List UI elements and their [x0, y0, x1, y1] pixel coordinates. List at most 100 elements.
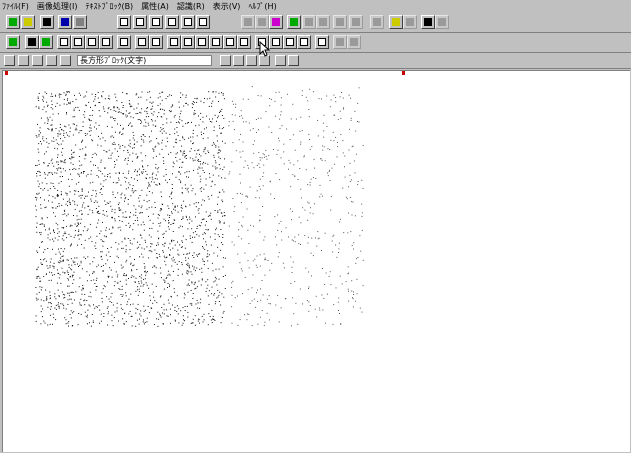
menu-bar: ﾌｧｲﾙ(F) 画像処理(I) ﾃｷｽﾄﾌﾞﾛｯｸ(B) 属性(A) 認識(R)… [0, 0, 631, 13]
disabled-button-3[interactable] [302, 15, 316, 29]
disabled-button-5[interactable] [333, 15, 347, 29]
split-icon [286, 38, 294, 46]
zoom-out-icon[interactable] [46, 55, 57, 66]
color-button[interactable] [269, 15, 283, 29]
palette-icon [272, 18, 280, 26]
disabled-icon [438, 18, 446, 26]
disabled-button-2[interactable] [255, 15, 269, 29]
table-text-button[interactable] [195, 35, 209, 49]
main-toolbar [0, 14, 631, 33]
vertical-text-icon [184, 38, 192, 46]
block-icon [60, 38, 68, 46]
page-ab-icon[interactable] [288, 55, 299, 66]
area-button[interactable] [6, 35, 20, 49]
horizontal-text-button[interactable] [167, 35, 181, 49]
disabled-icon [352, 18, 360, 26]
tool-button[interactable] [421, 15, 435, 29]
cut-button[interactable] [117, 15, 131, 29]
menu-help[interactable]: ﾍﾙﾌﾟ(H) [246, 0, 282, 13]
disabled-icon [373, 18, 381, 26]
disabled-button-9[interactable] [435, 15, 449, 29]
frame-button[interactable] [181, 15, 195, 29]
disabled-icon [319, 18, 327, 26]
menu-recognition[interactable]: 認識(R) [175, 0, 211, 13]
disabled-button-8[interactable] [403, 15, 417, 29]
page-next-icon[interactable] [246, 55, 257, 66]
disabled-button-7[interactable] [370, 15, 384, 29]
gray-button[interactable] [73, 15, 87, 29]
scan-button[interactable] [40, 15, 54, 29]
diamond-button[interactable] [85, 35, 99, 49]
disabled-button-4[interactable] [316, 15, 330, 29]
hammer-icon [424, 18, 432, 26]
zoom-fit-icon[interactable] [18, 55, 29, 66]
menu-text-block[interactable]: ﾃｷｽﾄﾌﾞﾛｯｸ(B) [83, 0, 139, 13]
rotate-right-icon [168, 18, 176, 26]
rotate-button[interactable] [149, 15, 163, 29]
mixed-icon [212, 38, 220, 46]
menu-view[interactable]: 表示(V) [211, 0, 247, 13]
recognize-button[interactable] [39, 35, 53, 49]
merge-icon [272, 38, 280, 46]
area-icon [9, 38, 17, 46]
disabled-icon [406, 18, 414, 26]
character-button[interactable] [315, 35, 329, 49]
undo-icon [336, 38, 344, 46]
image-button[interactable] [58, 15, 72, 29]
disabled-button-1[interactable] [241, 15, 255, 29]
open-file-button[interactable] [6, 15, 20, 29]
menu-attribute[interactable]: 属性(A) [139, 0, 175, 13]
mixed-button[interactable] [209, 35, 223, 49]
mouse-cursor-icon [259, 41, 271, 57]
menu-file[interactable]: ﾌｧｲﾙ(F) [0, 0, 35, 13]
zoom-actual-icon[interactable] [60, 55, 71, 66]
block-b-button[interactable] [71, 35, 85, 49]
split-button[interactable] [283, 35, 297, 49]
scanner-icon [43, 18, 51, 26]
chart-button[interactable] [389, 15, 403, 29]
fit-icon [199, 18, 207, 26]
table-text-icon [198, 38, 206, 46]
block-c-button[interactable] [99, 35, 113, 49]
rectangle-icon [120, 38, 128, 46]
rotate-icon [152, 18, 160, 26]
rotate-left-button[interactable] [133, 15, 147, 29]
line-button[interactable] [223, 35, 237, 49]
rotate-left-icon [136, 18, 144, 26]
disabled-icon [336, 18, 344, 26]
save-button[interactable] [21, 15, 35, 29]
block-icon [102, 38, 110, 46]
image-icon [61, 18, 69, 26]
table-button[interactable] [135, 35, 149, 49]
select-button[interactable] [25, 35, 39, 49]
block-mode-select[interactable]: 長方形ﾌﾞﾛｯｸ(文字) [77, 55, 212, 66]
vertical-text-button[interactable] [181, 35, 195, 49]
rectangle-button[interactable] [117, 35, 131, 49]
page-first-icon[interactable] [220, 55, 231, 66]
merge-button[interactable] [269, 35, 283, 49]
redo-icon [350, 38, 358, 46]
green-tool-button[interactable] [287, 15, 301, 29]
menu-image-processing[interactable]: 画像処理(I) [35, 0, 84, 13]
align-button[interactable] [297, 35, 311, 49]
image-canvas[interactable] [2, 70, 630, 452]
scanned-page-noise [35, 86, 364, 327]
page-prev-icon[interactable] [233, 55, 244, 66]
frame-icon [184, 18, 192, 26]
disabled-icon [244, 18, 252, 26]
zoom-in-icon[interactable] [32, 55, 43, 66]
fit-button[interactable] [196, 15, 210, 29]
disabled-button-6[interactable] [349, 15, 363, 29]
rotate-right-button[interactable] [165, 15, 179, 29]
zoom-icon[interactable] [4, 55, 15, 66]
tool-icon [290, 18, 298, 26]
gray-icon [76, 18, 84, 26]
redo-button[interactable] [347, 35, 361, 49]
picture-button[interactable] [237, 35, 251, 49]
block-a-button[interactable] [57, 35, 71, 49]
zoom-toolbar: 長方形ﾌﾞﾛｯｸ(文字) [0, 54, 631, 69]
line-icon [226, 38, 234, 46]
undo-button[interactable] [333, 35, 347, 49]
page-view-icon[interactable] [275, 55, 286, 66]
frame-block-button[interactable] [149, 35, 163, 49]
